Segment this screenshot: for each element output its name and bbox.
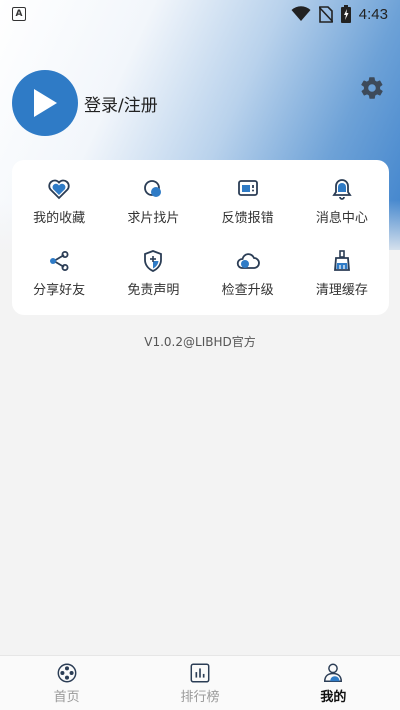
menu-favorites[interactable]: 我的收藏	[12, 166, 106, 238]
tab-label: 排行榜	[180, 689, 220, 705]
menu-label: 免责声明	[127, 282, 180, 298]
battery-icon	[340, 5, 351, 23]
menu-label: 消息中心	[315, 211, 368, 227]
bell-icon	[332, 179, 352, 201]
bottom-nav: 首页 排行榜 我的	[0, 655, 400, 710]
menu-request-film[interactable]: 求片找片	[106, 166, 200, 238]
film-reel-icon	[57, 663, 77, 682]
menu-feedback[interactable]: 反馈报错	[201, 166, 295, 238]
menu-label: 检查升级	[221, 282, 274, 298]
feedback-icon	[237, 180, 258, 197]
gear-icon	[361, 77, 383, 99]
wifi-icon	[291, 6, 311, 21]
menu-share[interactable]: 分享好友	[12, 238, 106, 310]
menu-disclaimer[interactable]: 免责声明	[106, 238, 200, 310]
menu-messages[interactable]: 消息中心	[295, 166, 389, 238]
status-time: 4:43	[358, 5, 388, 23]
user-icon	[324, 663, 343, 682]
status-bar: A 4:43	[0, 0, 400, 28]
search-film-icon	[144, 180, 162, 198]
menu-label: 清理缓存	[315, 282, 368, 298]
play-icon	[34, 89, 57, 117]
tab-home[interactable]: 首页	[0, 656, 133, 710]
settings-button[interactable]	[359, 75, 385, 101]
menu-label: 分享好友	[33, 282, 86, 298]
no-sim-icon	[318, 5, 333, 23]
share-icon	[50, 250, 69, 271]
version-label: V1.0.2@LIBHD官方	[144, 335, 256, 349]
cloud-upgrade-icon	[236, 253, 260, 269]
broom-icon	[333, 249, 350, 271]
menu-label: 反馈报错	[221, 211, 274, 227]
login-register-link[interactable]: 登录/注册	[84, 91, 158, 116]
chart-icon	[190, 663, 210, 682]
heart-icon	[48, 179, 70, 200]
tab-label: 首页	[53, 689, 80, 705]
menu-clear-cache[interactable]: 清理缓存	[295, 238, 389, 310]
profile-header[interactable]: 登录/注册	[12, 70, 158, 136]
menu-label: 我的收藏	[33, 211, 86, 227]
tab-mine[interactable]: 我的	[267, 656, 400, 710]
avatar[interactable]	[12, 70, 78, 136]
tab-ranking[interactable]: 排行榜	[133, 656, 266, 710]
app-notification-icon: A	[12, 7, 26, 21]
tab-label: 我的	[320, 689, 347, 705]
menu-label: 求片找片	[127, 211, 180, 227]
function-menu: 我的收藏 求片找片 反馈报错 消息中心 分享好友 免责声明 检查升级 清理缓存	[12, 160, 389, 315]
menu-check-update[interactable]: 检查升级	[201, 238, 295, 310]
shield-icon	[144, 249, 163, 272]
